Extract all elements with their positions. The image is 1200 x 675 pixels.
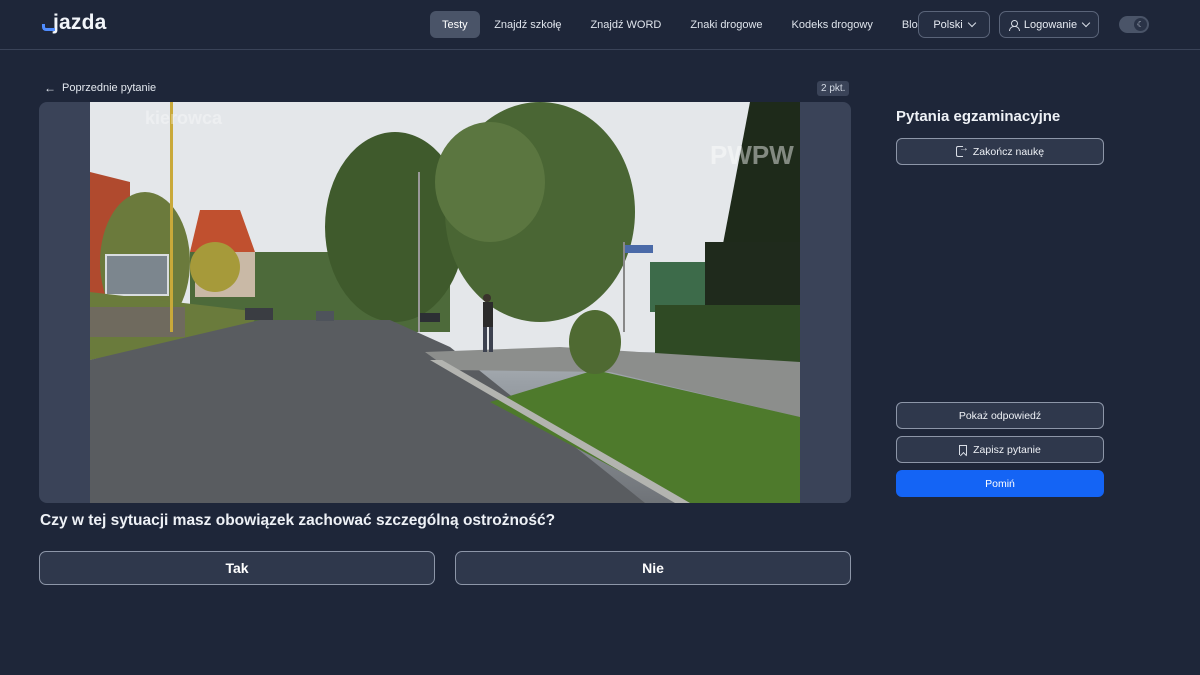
top-navigation: jazda Testy Znajdź szkołę Znajdź WORD Zn…	[0, 0, 1200, 50]
login-dropdown[interactable]: Logowanie	[999, 11, 1099, 38]
nav-item-znajdz-word[interactable]: Znajdź WORD	[576, 11, 676, 38]
show-answer-label: Pokaż odpowiedź	[958, 409, 1042, 422]
skip-button[interactable]: Pomiń	[896, 470, 1104, 497]
user-icon	[1008, 19, 1020, 31]
finish-learning-label: Zakończ naukę	[972, 145, 1045, 158]
exit-icon	[955, 143, 969, 157]
previous-question-link[interactable]: ← Poprzednie pytanie	[44, 81, 156, 95]
watermark-kierowca: kierowca	[145, 108, 223, 128]
language-label: Polski	[933, 18, 963, 31]
previous-question-label: Poprzednie pytanie	[62, 82, 157, 94]
show-answer-button[interactable]: Pokaż odpowiedź	[896, 402, 1104, 429]
question-image: kierowca PWPW	[90, 102, 800, 503]
moon-icon: ☾	[1134, 18, 1147, 31]
save-question-label: Zapisz pytanie	[973, 443, 1041, 456]
logo[interactable]: jazda	[42, 11, 107, 34]
answer-tak-button[interactable]: Tak	[39, 551, 435, 585]
nav-item-znajdz-szkole[interactable]: Znajdź szkołę	[480, 11, 576, 38]
logo-mark-icon	[42, 13, 55, 33]
question-text: Czy w tej sytuacji masz obowiązek zachow…	[40, 512, 556, 529]
chevron-down-icon	[967, 18, 976, 28]
watermark-pwpw: PWPW	[710, 140, 794, 170]
login-label: Logowanie	[1023, 18, 1078, 31]
save-question-button[interactable]: Zapisz pytanie	[896, 436, 1104, 463]
nav-item-znaki-drogowe[interactable]: Znaki drogowe	[676, 11, 777, 38]
points-badge: 2 pkt.	[817, 81, 850, 96]
finish-learning-button[interactable]: Zakończ naukę	[896, 138, 1104, 165]
theme-toggle[interactable]: ☾	[1119, 16, 1149, 33]
skip-label: Pomiń	[985, 477, 1015, 490]
answer-nie-button[interactable]: Nie	[455, 551, 851, 585]
chevron-down-icon	[1081, 18, 1091, 28]
question-media: kierowca PWPW	[39, 102, 851, 503]
bookmark-icon	[959, 444, 968, 455]
nav-item-kodeks-drogowy[interactable]: Kodeks drogowy	[777, 11, 887, 38]
street-scene-image: kierowca PWPW	[90, 102, 800, 503]
sidebar-title: Pytania egzaminacyjne	[896, 108, 1061, 125]
nav-item-testy[interactable]: Testy	[430, 11, 480, 38]
logo-text: jazda	[53, 11, 107, 34]
main-nav: Testy Znajdź szkołę Znajdź WORD Znaki dr…	[430, 11, 938, 38]
arrow-left-icon: ←	[44, 81, 56, 95]
language-dropdown[interactable]: Polski	[918, 11, 990, 38]
